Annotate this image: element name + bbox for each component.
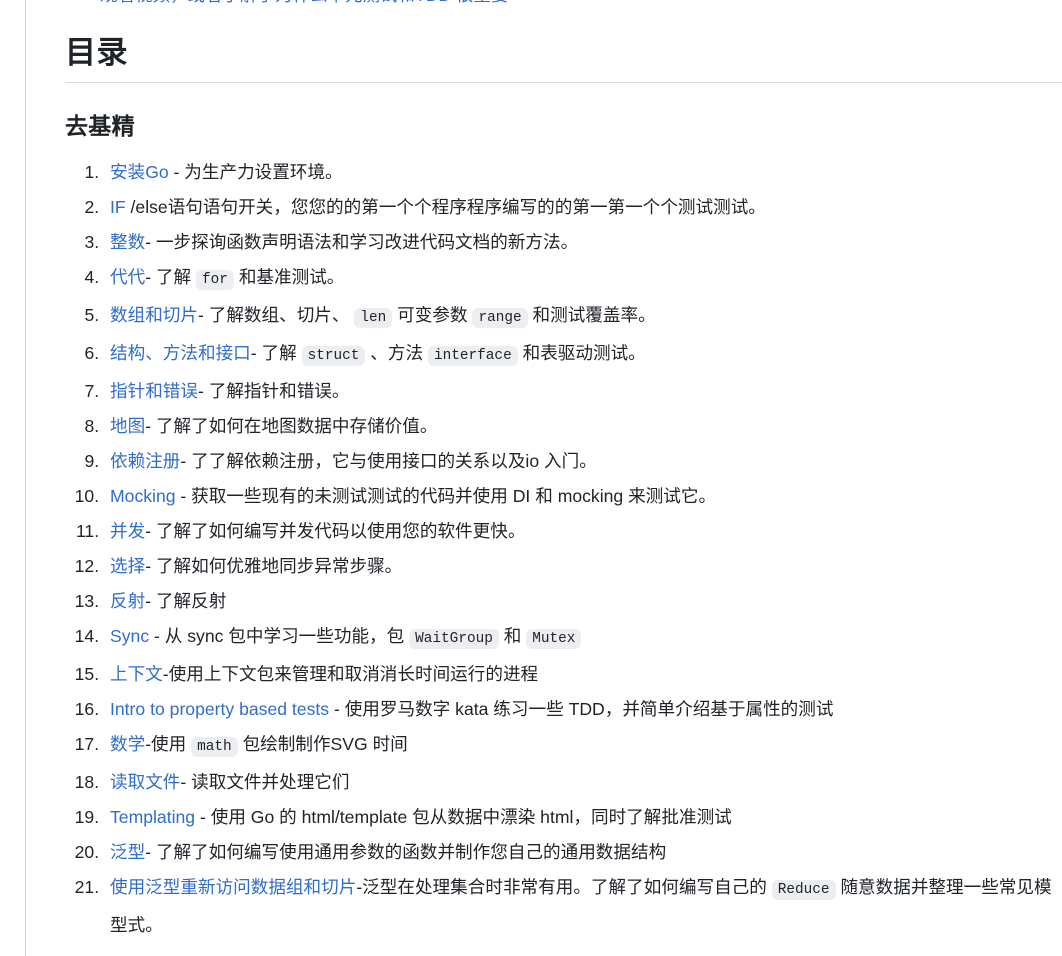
toc-item: 依赖注册- 了了解依赖注册，它与使用接口的关系以及io 入门。 <box>104 444 1062 479</box>
toc-item-description: - 了解反射 <box>145 590 227 611</box>
toc-item-link[interactable]: 反射 <box>110 591 145 611</box>
toc-item-description: - 获取一些现有的未测试测试的代码并使用 DI 和 mocking 来测试它。 <box>175 485 717 506</box>
toc-item-description: - 了解指针和错误。 <box>197 380 350 401</box>
toc-item-description: 、方法 <box>365 342 428 363</box>
toc-item: 整数- 一步探询函数声明语法和学习改进代码文档的新方法。 <box>104 225 1062 260</box>
intro-bullet-link[interactable]: 观看视频，或者了解了为什么单元测试和TDD 很重要 <box>100 0 508 5</box>
toc-item-description: - 一步探询函数声明语法和学习改进代码文档的新方法。 <box>145 231 579 252</box>
toc-item: Mocking - 获取一些现有的未测试测试的代码并使用 DI 和 mockin… <box>104 479 1062 514</box>
toc-item-description: 和测试覆盖率。 <box>527 304 656 325</box>
toc-item-description: 和表驱动测试。 <box>517 342 646 363</box>
toc-item: Intro to property based tests - 使用罗马数字 k… <box>104 692 1062 727</box>
toc-item-link[interactable]: 地图 <box>110 416 145 436</box>
toc-item: 结构、方法和接口- 了解 struct 、方法 interface 和表驱动测试… <box>104 336 1062 374</box>
toc-item-description: - 了了解依赖注册，它与使用接口的关系以及io 入门。 <box>180 450 597 471</box>
toc-item: Sync - 从 sync 包中学习一些功能，包 WaitGroup 和 Mut… <box>104 619 1062 657</box>
toc-item: 数组和切片- 了解数组、切片、 len 可变参数 range 和测试覆盖率。 <box>104 298 1062 336</box>
toc-item-code: range <box>472 307 528 328</box>
toc-item-description: - 了解 <box>250 342 302 363</box>
toc-item-link[interactable]: 指针和错误 <box>110 381 198 401</box>
toc-item-description: -使用 <box>145 733 192 754</box>
toc-item: 反射- 了解反射 <box>104 584 1062 619</box>
page-root: 观看视频，或者了解了为什么单元测试和TDD 很重要 目录 去基精 安装Go - … <box>0 0 1062 956</box>
toc-item-code: Mutex <box>526 628 582 649</box>
toc-item-code: struct <box>301 345 366 366</box>
page-title: 目录 <box>65 35 128 70</box>
toc-item: 地图- 了解了如何在地图数据中存储价值。 <box>104 409 1062 444</box>
toc-item-description: 可变参数 <box>392 304 473 325</box>
toc-item: 代代- 了解 for 和基准测试。 <box>104 260 1062 298</box>
article-content: 观看视频，或者了解了为什么单元测试和TDD 很重要 目录 去基精 安装Go - … <box>26 0 1062 943</box>
intro-bullet-list: 观看视频，或者了解了为什么单元测试和TDD 很重要 <box>26 0 1062 8</box>
toc-item-description: - 读取文件并处理它们 <box>180 771 350 792</box>
toc-item-description: - 了解了如何编写并发代码以使用您的软件更快。 <box>145 520 526 541</box>
toc-item-link[interactable]: 结构、方法和接口 <box>110 343 251 363</box>
subsection-title: 去基精 <box>65 112 135 139</box>
toc-item-link[interactable]: 数学 <box>110 734 145 754</box>
toc-item-description: - 了解数组、切片、 <box>197 304 355 325</box>
toc-item-description: -泛型在处理集合时非常有用。了解了如何编写自己的 <box>356 876 772 897</box>
toc-item-link[interactable]: 并发 <box>110 521 145 541</box>
toc-item-description: - 为生产力设置环境。 <box>168 161 343 182</box>
toc-item: IF /else语句语句开关，您您的的第一个个程序程序编写的的第一第一个个测试测… <box>104 190 1062 225</box>
toc-item: 上下文-使用上下文包来管理和取消消长时间运行的进程 <box>104 657 1062 692</box>
toc-item: 并发- 了解了如何编写并发代码以使用您的软件更快。 <box>104 514 1062 549</box>
toc-item-link[interactable]: Templating <box>110 807 195 827</box>
toc-item-description: 和基准测试。 <box>233 266 345 287</box>
toc-item-link[interactable]: 数组和切片 <box>110 305 198 325</box>
toc-item-code: math <box>191 736 238 757</box>
toc-item: 读取文件- 读取文件并处理它们 <box>104 765 1062 800</box>
toc-item-link[interactable]: IF <box>110 197 126 217</box>
toc-item-description: - 使用罗马数字 kata 练习一些 TDD，并简单介绍基于属性的测试 <box>329 698 834 719</box>
toc-item-description: - 了解如何优雅地同步异常步骤。 <box>145 555 403 576</box>
title-divider <box>65 81 1062 83</box>
toc-item-code: WaitGroup <box>409 628 499 649</box>
toc-item-link[interactable]: 上下文 <box>110 664 163 684</box>
toc-item: 数学-使用 math 包绘制制作SVG 时间 <box>104 727 1062 765</box>
toc-item-description: /else语句语句开关，您您的的第一个个程序程序编写的的第一第一个个测试测试。 <box>125 196 766 217</box>
toc-item: Templating - 使用 Go 的 html/template 包从数据中… <box>104 800 1062 835</box>
toc-item-link[interactable]: 读取文件 <box>110 772 180 792</box>
toc-item-link[interactable]: 安装Go <box>110 162 169 182</box>
toc-item: 泛型- 了解了如何编写使用通用参数的函数并制作您自己的通用数据结构 <box>104 835 1062 870</box>
toc-item-description: - 了解了如何在地图数据中存储价值。 <box>145 415 438 436</box>
toc-item-description: - 了解了如何编写使用通用参数的函数并制作您自己的通用数据结构 <box>145 841 667 862</box>
table-of-contents-list: 安装Go - 为生产力设置环境。IF /else语句语句开关，您您的的第一个个程… <box>26 155 1062 943</box>
toc-item-link[interactable]: 选择 <box>110 556 145 576</box>
toc-item: 指针和错误- 了解指针和错误。 <box>104 374 1062 409</box>
toc-item-link[interactable]: 泛型 <box>110 842 145 862</box>
toc-item-link[interactable]: 整数 <box>110 232 145 252</box>
toc-item-link[interactable]: Mocking <box>110 486 176 506</box>
toc-item-description: - 从 sync 包中学习一些功能，包 <box>149 625 410 646</box>
toc-item-link[interactable]: 依赖注册 <box>110 451 180 471</box>
toc-item-code: for <box>196 269 234 290</box>
toc-item-link[interactable]: 代代 <box>110 267 145 287</box>
toc-item-link[interactable]: 使用泛型重新访问数据组和切片 <box>110 877 356 897</box>
toc-item-link[interactable]: Sync <box>110 626 149 646</box>
toc-item-description: -使用上下文包来管理和取消消长时间运行的进程 <box>162 663 539 684</box>
toc-item: 使用泛型重新访问数据组和切片-泛型在处理集合时非常有用。了解了如何编写自己的 R… <box>104 870 1062 943</box>
toc-item: 选择- 了解如何优雅地同步异常步骤。 <box>104 549 1062 584</box>
toc-item-code: interface <box>427 345 518 366</box>
toc-item-description: 和 <box>498 625 527 646</box>
toc-item-code: len <box>354 307 393 328</box>
toc-item-description: 包绘制制作SVG 时间 <box>237 733 408 754</box>
toc-item-code: Reduce <box>771 879 836 900</box>
toc-item-link[interactable]: Intro to property based tests <box>110 699 329 719</box>
list-item: 观看视频，或者了解了为什么单元测试和TDD 很重要 <box>100 0 1062 8</box>
toc-item-description: - 使用 Go 的 html/template 包从数据中漂染 html，同时了… <box>195 806 732 827</box>
toc-item: 安装Go - 为生产力设置环境。 <box>104 155 1062 190</box>
toc-item-description: - 了解 <box>145 266 197 287</box>
